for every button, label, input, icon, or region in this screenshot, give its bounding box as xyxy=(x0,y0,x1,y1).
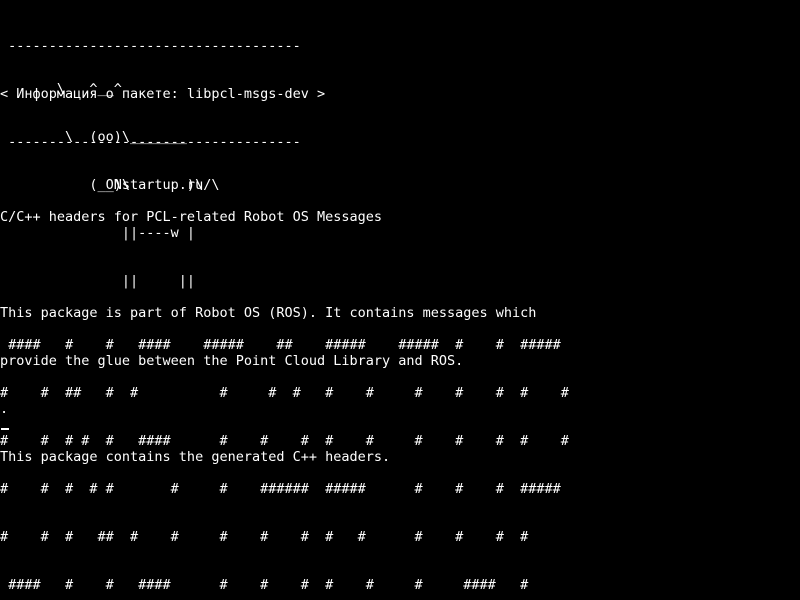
terminal-screen: ------------------------------------ < И… xyxy=(0,0,800,600)
description-summary: C/C++ headers for PCL-related Robot OS M… xyxy=(0,209,383,225)
banner-line: #### # # #### # # # # # # #### # xyxy=(0,577,529,593)
banner-line: # # # # # # # ###### ##### # # # ##### xyxy=(0,481,561,497)
banner-line: # # # ## # # # # # # # # # # # xyxy=(0,529,529,545)
ascii-banner: #### # # #### ##### ## ##### ##### # # #… xyxy=(0,305,569,600)
cow-line: \ ^__^ xyxy=(0,81,122,97)
text-cursor[interactable] xyxy=(1,428,9,430)
banner-line: # # # # # #### # # # # # # # # # # xyxy=(0,433,569,449)
banner-line: #### # # #### ##### ## ##### ##### # # #… xyxy=(0,337,561,353)
cow-line: \ (oo)\_______ xyxy=(0,129,187,145)
banner-line: # # ## # # # # # # # # # # # # xyxy=(0,385,569,401)
